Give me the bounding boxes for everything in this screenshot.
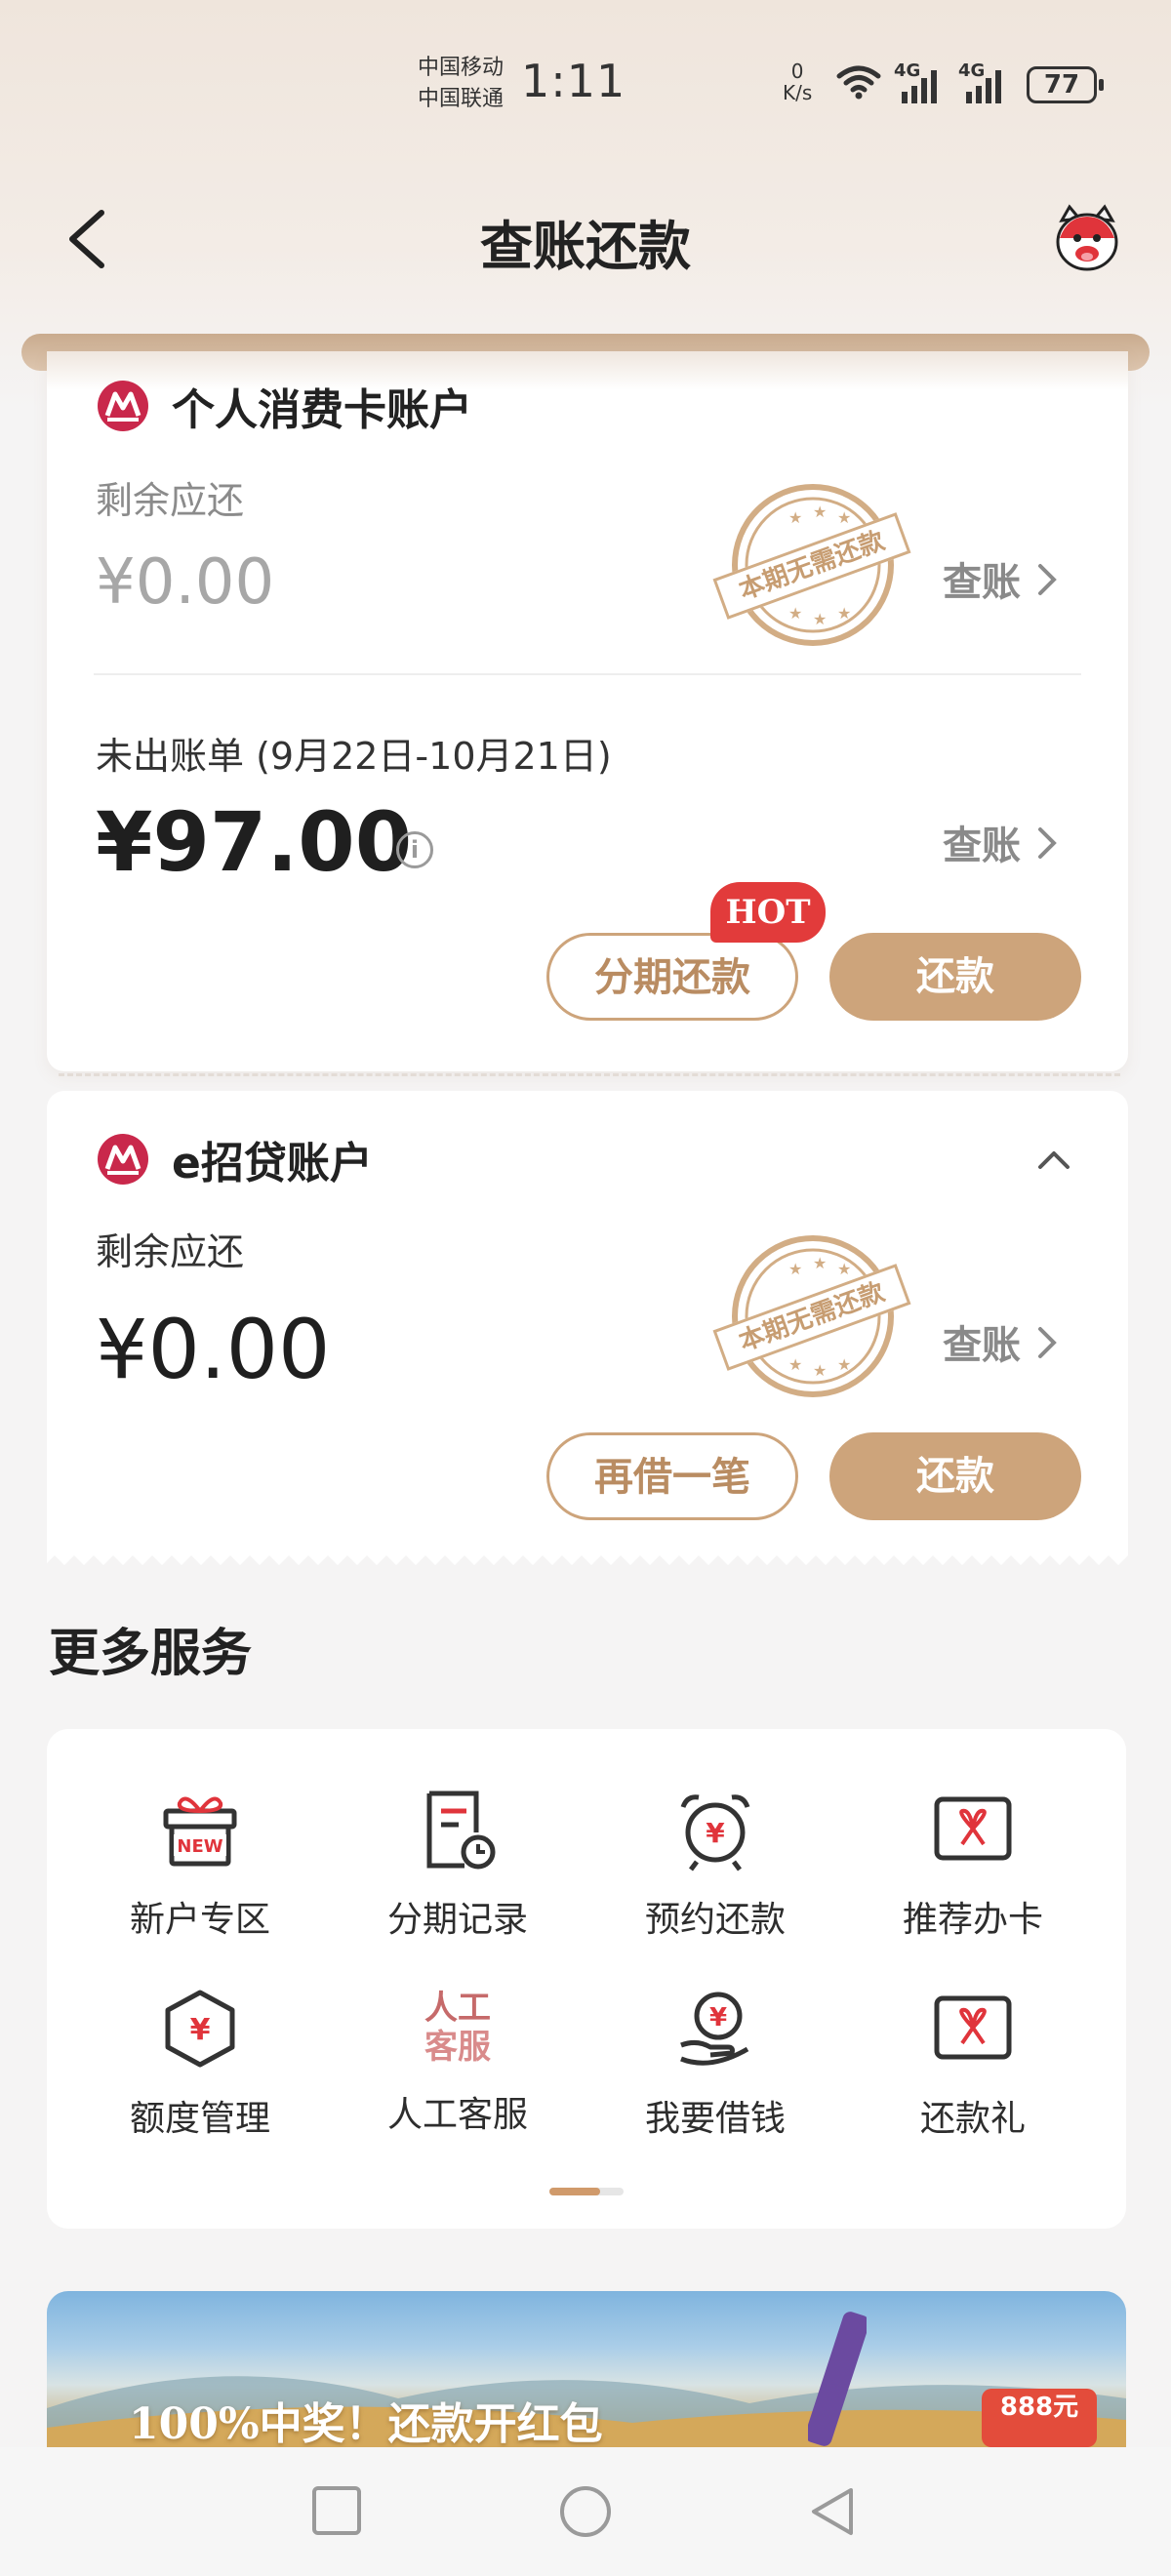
alarm-yuan-icon: ¥ — [680, 1794, 750, 1872]
network-speed: 0 K/s — [783, 60, 812, 103]
loan-remaining-amount: ¥0.00 — [96, 1302, 331, 1397]
svg-text:★: ★ — [813, 1254, 827, 1272]
service-borrow-money[interactable]: ¥ 我要借钱 — [593, 1985, 837, 2141]
svg-text:★: ★ — [813, 503, 827, 521]
service-human-agent[interactable]: 人工 客服 人工客服 — [336, 1985, 580, 2137]
unbilled-label: 未出账单 (9月22日-10月21日) — [96, 735, 612, 778]
gift-card-icon — [934, 1995, 1012, 2060]
svg-text:★: ★ — [788, 1260, 802, 1278]
svg-text:¥: ¥ — [709, 2003, 727, 2033]
icon-text-bottom: 客服 — [424, 2028, 491, 2067]
wifi-icon — [836, 65, 881, 100]
chevron-right-icon — [1037, 1327, 1057, 1358]
unbilled-amount: ¥97.00 — [96, 794, 413, 890]
banner-prize-badge: 888元 — [982, 2389, 1097, 2447]
installment-repay-button[interactable]: 分期还款 — [546, 933, 798, 1021]
account-title: 个人消费卡账户 — [172, 385, 472, 435]
no-repayment-stamp: ★ ★ ★ ★ ★ ★ 本期无需还款 — [712, 1233, 911, 1399]
svg-text:★: ★ — [837, 1260, 851, 1278]
system-navigation-bar — [0, 2447, 1171, 2576]
home-icon[interactable] — [558, 2484, 613, 2539]
service-new-user-zone[interactable]: NEW 新户专区 — [78, 1786, 322, 1942]
loan-repay-button[interactable]: 还款 — [829, 1432, 1081, 1520]
perforation-line — [59, 1073, 1120, 1076]
check-bill-link[interactable]: 查账 — [943, 550, 1060, 607]
status-bar: 中国移动 中国联通 1:11 0 K/s 4G 4G 77 — [0, 0, 1171, 166]
hand-coin-icon: ¥ — [680, 1992, 749, 2066]
no-repayment-stamp: ★ ★ ★ ★ ★ ★ 本期无需还款 — [712, 482, 911, 648]
carrier-names: 中国移动 中国联通 — [418, 53, 504, 115]
svg-text:★: ★ — [813, 1361, 827, 1380]
service-label: 分期记录 — [386, 1900, 528, 1940]
prize-amount: 888元 — [999, 2393, 1079, 2422]
more-services-title: 更多服务 — [49, 1625, 253, 1683]
service-label: 我要借钱 — [644, 2099, 786, 2139]
svg-text:¥: ¥ — [706, 1817, 725, 1849]
carrier-2: 中国联通 — [418, 87, 505, 111]
cosmetic-tube-icon — [808, 2312, 867, 2446]
service-recommend-card[interactable]: 推荐办卡 — [851, 1786, 1095, 1942]
battery-icon: 77 — [1027, 66, 1104, 103]
info-icon[interactable]: i — [396, 831, 433, 868]
section-divider — [94, 673, 1081, 675]
speed-value: 0 — [790, 60, 804, 83]
zigzag-edge — [47, 1550, 1128, 1565]
remaining-amount: ¥0.00 — [96, 546, 275, 619]
bank-logo-icon — [98, 381, 148, 431]
loan-remaining-label: 剩余应还 — [96, 1230, 245, 1273]
service-label: 新户专区 — [129, 1900, 270, 1940]
service-repay-gift[interactable]: 还款礼 — [851, 1985, 1095, 2141]
hot-badge: HOT — [710, 882, 826, 943]
svg-text:★: ★ — [837, 1355, 851, 1374]
banner-text: 100%中奖！还款开红包 — [129, 2399, 603, 2447]
hexagon-yuan-icon: ¥ — [165, 1990, 235, 2068]
bank-logo-icon — [98, 1134, 148, 1185]
gift-new-icon: NEW — [163, 1796, 237, 1867]
carrier-1: 中国移动 — [418, 56, 505, 80]
icon-text-top: 人工 — [424, 1989, 491, 2028]
svg-text:★: ★ — [788, 508, 802, 527]
check-unbilled-link[interactable]: 查账 — [943, 814, 1060, 870]
service-installment-record[interactable]: 分期记录 — [336, 1786, 580, 1942]
new-badge-text: NEW — [177, 1836, 222, 1857]
loan-check-label: 查账 — [943, 1323, 1021, 1368]
service-scheduled-repay[interactable]: ¥ 预约还款 — [593, 1786, 837, 1942]
services-page-indicator — [549, 2188, 624, 2195]
card-ribbon-icon — [934, 1796, 1012, 1861]
svg-text:★: ★ — [788, 604, 802, 623]
svg-text:★: ★ — [788, 1355, 802, 1374]
service-label: 人工客服 — [386, 2095, 528, 2135]
loan-check-bill-link[interactable]: 查账 — [943, 1313, 1060, 1370]
check-unbilled-label: 查账 — [943, 824, 1021, 868]
service-credit-limit[interactable]: ¥ 额度管理 — [78, 1985, 322, 2141]
speed-unit: K/s — [783, 81, 813, 104]
borrow-again-button[interactable]: 再借一笔 — [546, 1432, 798, 1520]
service-label: 额度管理 — [129, 2099, 270, 2139]
remaining-label: 剩余应还 — [96, 479, 245, 522]
document-clock-icon — [426, 1791, 496, 1870]
promo-banner[interactable]: 100%中奖！还款开红包 888元 — [47, 2291, 1126, 2447]
human-service-icon: 人工 客服 — [414, 1985, 502, 2073]
loan-account-title: e招贷账户 — [172, 1139, 373, 1188]
svg-text:¥: ¥ — [190, 2013, 211, 2047]
svg-text:★: ★ — [813, 610, 827, 628]
svg-text:★: ★ — [837, 604, 851, 623]
service-label: 还款礼 — [919, 2099, 1026, 2139]
chevron-right-icon — [1037, 564, 1057, 595]
recent-apps-icon[interactable] — [310, 2484, 363, 2537]
page-title: 查账还款 — [480, 216, 691, 277]
svg-text:★: ★ — [837, 508, 851, 527]
check-bill-label: 查账 — [943, 560, 1021, 605]
repay-button[interactable]: 还款 — [829, 933, 1081, 1021]
chevron-right-icon — [1037, 827, 1057, 859]
back-triangle-icon[interactable] — [806, 2484, 859, 2539]
chevron-up-icon[interactable] — [1036, 1147, 1071, 1171]
service-label: 预约还款 — [644, 1900, 786, 1940]
mascot-assistant-icon[interactable] — [1048, 203, 1126, 277]
service-label: 推荐办卡 — [902, 1900, 1043, 1940]
clock: 1:11 — [521, 55, 626, 107]
